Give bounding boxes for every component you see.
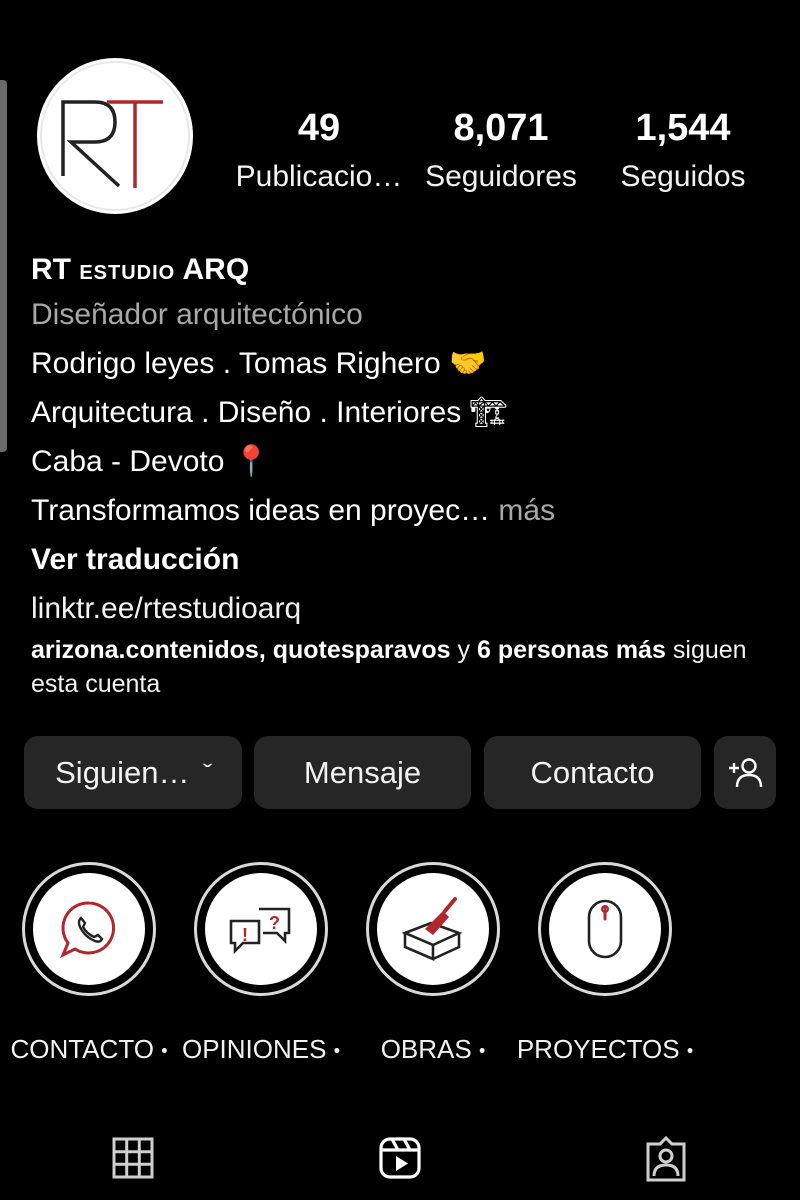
contact-button[interactable]: Contacto (484, 736, 701, 809)
add-person-icon (729, 757, 763, 787)
follower-separator: , (258, 636, 273, 664)
profile-link[interactable]: linktr.ee/rtestudioarq (31, 584, 791, 633)
whatsapp-icon (60, 901, 116, 959)
speech-bubbles-icon: ! ? (229, 907, 291, 955)
mouse-icon (587, 899, 623, 959)
translate-link[interactable]: Ver traducción (31, 535, 791, 584)
follower-others: 6 personas más (476, 636, 666, 664)
unseen-dot: • (478, 1040, 486, 1061)
scrollbar[interactable] (0, 80, 7, 452)
message-button[interactable]: Mensaje (254, 736, 471, 809)
name-suffix: ARQ (182, 253, 250, 286)
tab-grid[interactable] (112, 1136, 154, 1185)
reels-icon (379, 1137, 421, 1179)
highlight-label-obras: OBRAS • (338, 1034, 528, 1065)
svg-text:!: ! (242, 925, 248, 945)
bio-line-4: Transformamos ideas en proyec… más (31, 486, 791, 535)
name-middle: estudio (79, 254, 176, 285)
bio-line-3: Caba - Devoto 📍 (31, 445, 271, 478)
highlight-label-opiniones: OPINIONES • (166, 1034, 356, 1065)
svg-text:?: ? (269, 913, 280, 933)
stat-following[interactable]: 1,544 Seguidos (598, 108, 768, 194)
highlight-opiniones[interactable]: ! ? (194, 862, 328, 996)
grid-icon (112, 1137, 154, 1179)
following-label: Seguidos (620, 160, 746, 193)
followed-by[interactable]: arizona.contenidos, quotesparavos y 6 pe… (31, 633, 791, 701)
stat-posts[interactable]: 49 Publicacio… (234, 108, 404, 194)
highlight-obras[interactable] (366, 862, 500, 996)
posts-label: Publicacio… (235, 160, 403, 193)
profile-avatar[interactable] (37, 58, 193, 214)
followers-label: Seguidores (425, 160, 577, 193)
profile-name: RT estudio ARQ (31, 250, 791, 290)
add-person-button[interactable] (714, 736, 776, 809)
highlight-label-text: OBRAS (380, 1034, 472, 1064)
tagged-icon (646, 1135, 686, 1182)
bio-line-4-text: Transformamos ideas en proyec… (31, 494, 491, 527)
unseen-dot: • (686, 1040, 694, 1061)
highlight-label-text: CONTACTO (10, 1034, 154, 1064)
following-count: 1,544 (635, 107, 731, 149)
highlight-label-proyectos: PROYECTOS • (510, 1034, 700, 1065)
profile-category: Diseñador arquitectónico (31, 298, 363, 331)
chevron-down-icon: ˇ (202, 759, 212, 785)
highlight-label-text: OPINIONES (181, 1034, 327, 1064)
highlight-label-contacto: CONTACTO • (0, 1034, 184, 1065)
followers-count: 8,071 (453, 107, 549, 149)
follower-user-1: arizona.contenidos (31, 636, 259, 664)
highlight-contacto[interactable] (22, 862, 156, 996)
follower-user-2: quotesparavos (272, 636, 451, 664)
highlight-label-text: PROYECTOS (516, 1034, 680, 1064)
stat-followers[interactable]: 8,071 Seguidores (416, 108, 586, 194)
bio-line-2: Arquitectura . Diseño . Interiores 🏗 (31, 396, 508, 429)
rt-logo-icon (40, 61, 190, 211)
profile-bio: RT estudio ARQ Diseñador arquitectónico … (31, 250, 791, 701)
highlight-proyectos[interactable] (538, 862, 672, 996)
following-button[interactable]: Siguien… ˇ (24, 736, 242, 809)
more-link[interactable]: más (490, 494, 555, 527)
follower-and: y (450, 636, 477, 664)
tab-tagged[interactable] (644, 1135, 688, 1187)
following-button-label: Siguien… (55, 754, 190, 790)
name-prefix: RT (31, 253, 71, 286)
posts-count: 49 (297, 107, 341, 149)
bio-line-1: Rodrigo leyes . Tomas Righero 🤝 (31, 347, 487, 380)
brick-trowel-icon (401, 897, 463, 961)
tab-reels[interactable] (378, 1136, 422, 1185)
